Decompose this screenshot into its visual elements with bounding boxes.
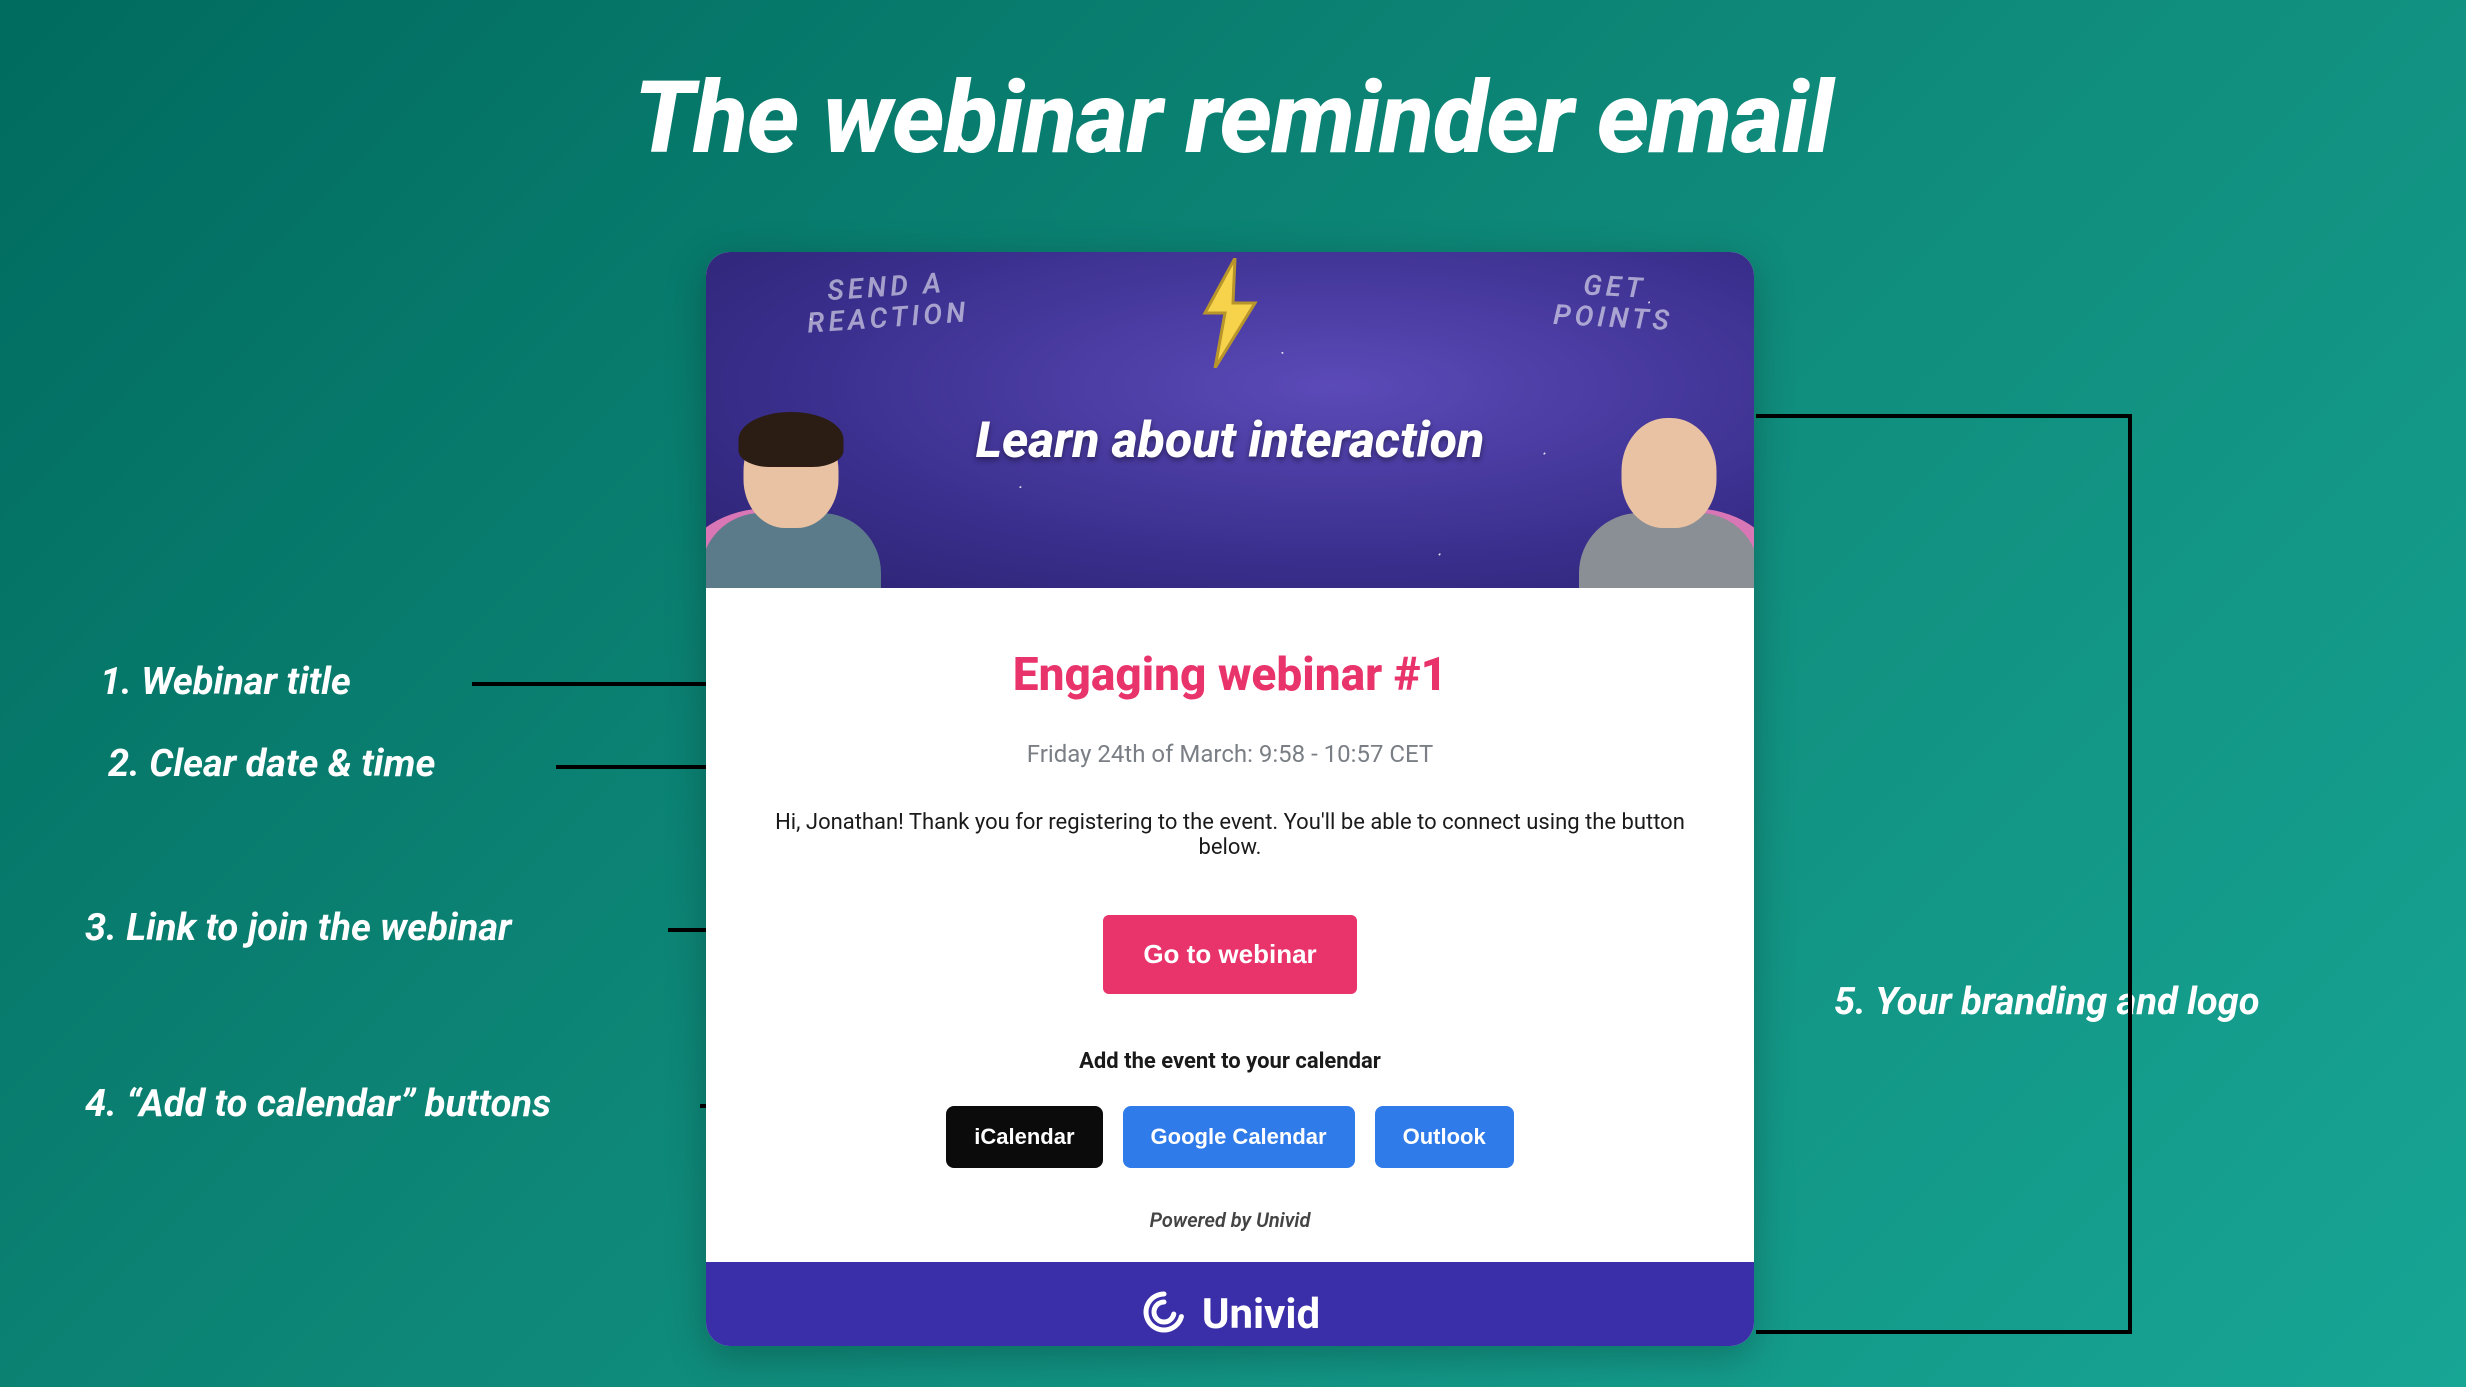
annotation-join-link: 3. Link to join the webinar xyxy=(85,906,512,950)
outlook-button[interactable]: Outlook xyxy=(1375,1106,1514,1168)
lightning-bolt-icon xyxy=(1195,258,1265,372)
presenter-avatar-right xyxy=(1594,418,1744,588)
icalendar-button[interactable]: iCalendar xyxy=(946,1106,1102,1168)
email-banner: SEND A REACTION GET POINTS Learn about i… xyxy=(706,252,1754,588)
brand-logo-icon xyxy=(1140,1288,1188,1340)
annotation-bracket xyxy=(1756,414,2132,1334)
powered-by-text: Powered by Univid xyxy=(766,1208,1694,1232)
greeting-text: Hi, Jonathan! Thank you for registering … xyxy=(766,810,1694,860)
annotation-webinar-title: 1. Webinar title xyxy=(100,660,351,704)
annotation-date-time: 2. Clear date & time xyxy=(108,742,435,786)
banner-right-text: GET POINTS xyxy=(1553,269,1676,337)
email-card: SEND A REACTION GET POINTS Learn about i… xyxy=(706,252,1754,1346)
add-to-calendar-label: Add the event to your calendar xyxy=(766,1049,1694,1074)
webinar-datetime: Friday 24th of March: 9:58 - 10:57 CET xyxy=(766,740,1694,768)
brand-name: Univid xyxy=(1202,1290,1320,1339)
email-body: Engaging webinar #1 Friday 24th of March… xyxy=(706,588,1754,1262)
calendar-buttons-row: iCalendar Google Calendar Outlook xyxy=(766,1106,1694,1168)
google-calendar-button[interactable]: Google Calendar xyxy=(1123,1106,1355,1168)
page-title: The webinar reminder email xyxy=(0,60,2466,177)
presenter-avatar-left xyxy=(716,418,866,588)
annotation-add-to-calendar: 4. “Add to calendar” buttons xyxy=(85,1082,551,1126)
webinar-title: Engaging webinar #1 xyxy=(766,648,1694,702)
banner-left-text: SEND A REACTION xyxy=(804,266,970,339)
go-to-webinar-button[interactable]: Go to webinar xyxy=(1103,915,1356,994)
email-footer: Univid xyxy=(706,1262,1754,1346)
